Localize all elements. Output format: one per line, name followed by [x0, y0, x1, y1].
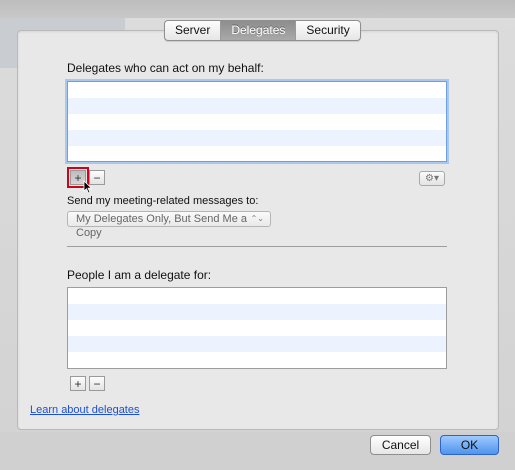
gear-menu-button[interactable]: ⚙▾	[419, 171, 445, 186]
delegate-for-list[interactable]	[67, 287, 447, 369]
delegates-list[interactable]	[67, 81, 447, 162]
background-footer-area	[0, 432, 515, 470]
tab-security[interactable]: Security	[295, 21, 359, 40]
remove-delegate-for-button[interactable]: −	[89, 376, 105, 391]
send-messages-label: Send my meeting-related messages to:	[67, 195, 259, 207]
background-titlebar	[0, 0, 515, 18]
ok-button[interactable]: OK	[440, 435, 499, 455]
send-messages-popup[interactable]: My Delegates Only, But Send Me a Copy ⌃⌄	[67, 211, 271, 239]
popup-arrows-icon: ⌃⌄	[250, 214, 264, 223]
tab-bar: Server Delegates Security	[164, 20, 361, 41]
list-row	[68, 98, 446, 114]
cancel-button[interactable]: Cancel	[370, 435, 431, 455]
tab-delegates[interactable]: Delegates	[220, 21, 296, 40]
section-divider	[67, 246, 447, 247]
list-row	[68, 304, 446, 320]
list-row	[68, 320, 446, 336]
delegate-for-heading: People I am a delegate for:	[67, 268, 212, 282]
list-row	[68, 146, 446, 161]
learn-about-delegates-link[interactable]: Learn about delegates	[30, 404, 139, 416]
list-row	[68, 130, 446, 146]
list-row	[68, 82, 446, 98]
tab-server[interactable]: Server	[165, 21, 220, 40]
add-delegate-for-button[interactable]: +	[70, 376, 86, 391]
pointer-cursor-icon	[83, 180, 93, 194]
list-row	[68, 288, 446, 304]
list-row	[68, 352, 446, 368]
list-row	[68, 336, 446, 352]
list-row	[68, 114, 446, 130]
delegates-heading: Delegates who can act on my behalf:	[67, 61, 264, 75]
